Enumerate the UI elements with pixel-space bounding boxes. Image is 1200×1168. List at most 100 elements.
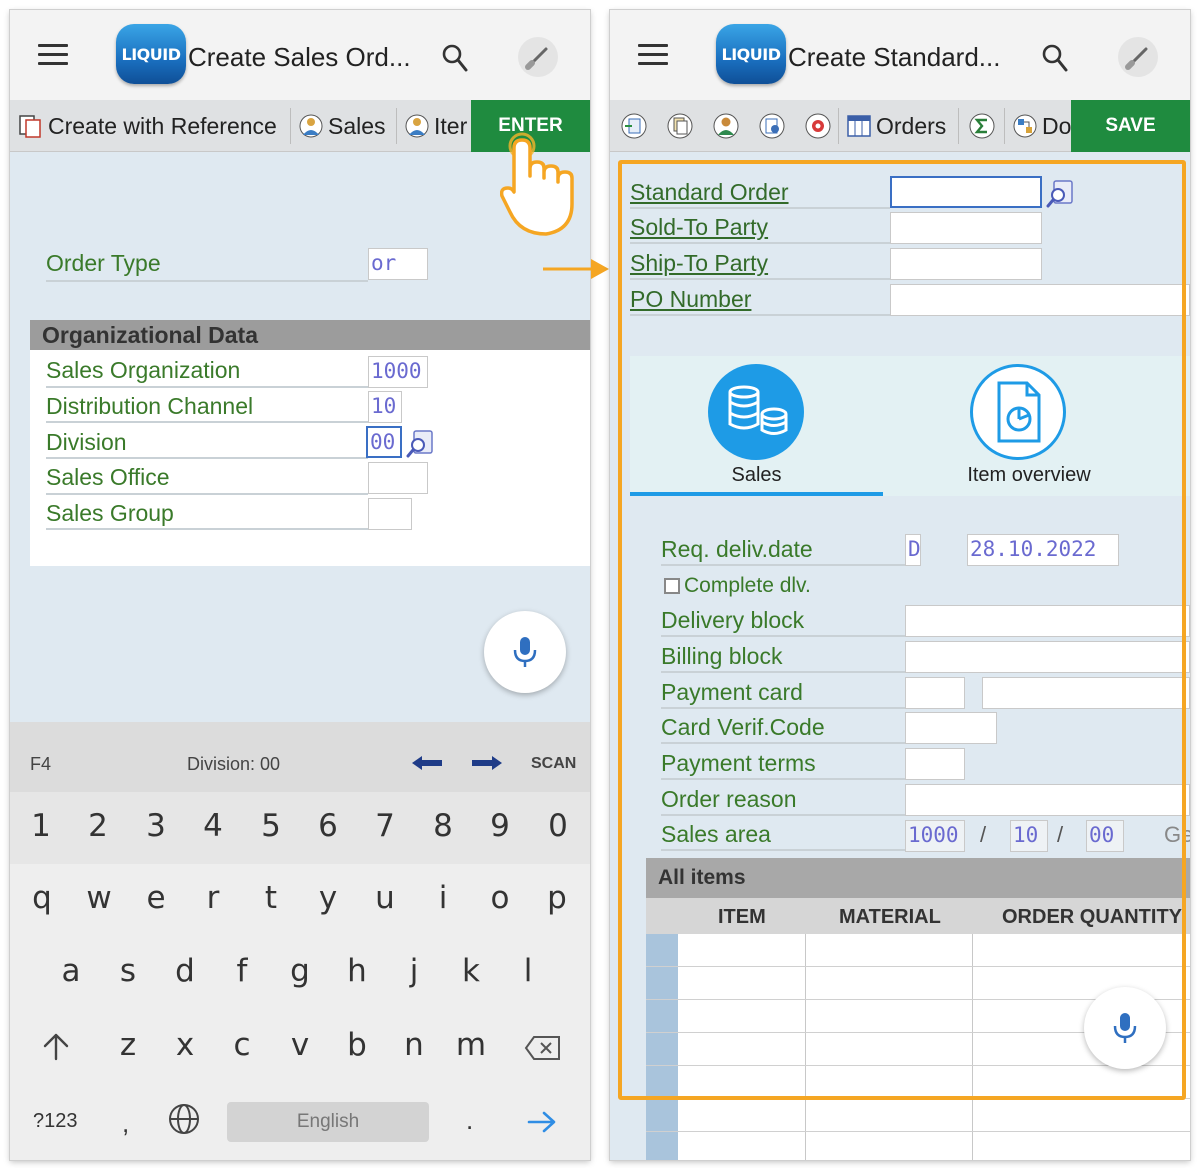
sales-group-input[interactable] bbox=[368, 498, 412, 530]
table-icon bbox=[846, 113, 872, 139]
key-b[interactable]: b bbox=[337, 1027, 377, 1063]
key-q[interactable]: q bbox=[22, 880, 62, 916]
documents-icon[interactable] bbox=[666, 112, 693, 139]
key-7[interactable]: 7 bbox=[365, 808, 405, 844]
key-2[interactable]: 2 bbox=[78, 808, 118, 844]
key-e[interactable]: e bbox=[136, 880, 176, 916]
key-v[interactable]: v bbox=[280, 1027, 320, 1063]
key-y[interactable]: y bbox=[308, 880, 348, 916]
key-i[interactable]: i bbox=[423, 880, 463, 916]
key-3[interactable]: 3 bbox=[136, 808, 176, 844]
key-c[interactable]: c bbox=[222, 1027, 262, 1063]
key-z[interactable]: z bbox=[108, 1027, 148, 1063]
order-type-label: Order Type bbox=[46, 250, 161, 276]
key-h[interactable]: h bbox=[337, 953, 377, 989]
key-n[interactable]: n bbox=[394, 1027, 434, 1063]
brush-icon[interactable] bbox=[518, 37, 558, 77]
microphone-button[interactable] bbox=[484, 611, 566, 693]
key-5[interactable]: 5 bbox=[251, 808, 291, 844]
key-u[interactable]: u bbox=[365, 880, 405, 916]
create-with-reference-button[interactable]: Create with Reference bbox=[18, 100, 277, 152]
organizational-data-header: Organizational Data bbox=[30, 320, 590, 350]
keyboard-status-bar: F4 Division: 00 SCAN bbox=[10, 722, 590, 792]
item-person-icon bbox=[404, 113, 430, 139]
orders-button[interactable]: Orders bbox=[846, 100, 946, 152]
key-j[interactable]: j bbox=[394, 953, 434, 989]
sales-group-label: Sales Group bbox=[46, 500, 174, 526]
distribution-channel-label: Distribution Channel bbox=[46, 393, 254, 419]
arrow-next-icon[interactable] bbox=[526, 1110, 558, 1134]
distribution-channel-input[interactable]: 10 bbox=[368, 391, 402, 423]
key-d[interactable]: d bbox=[165, 953, 205, 989]
key-6[interactable]: 6 bbox=[308, 808, 348, 844]
backspace-icon[interactable] bbox=[524, 1035, 562, 1061]
save-button[interactable]: SAVE bbox=[1071, 100, 1190, 152]
key-t[interactable]: t bbox=[251, 880, 291, 916]
shift-icon[interactable] bbox=[42, 1032, 70, 1062]
key-l[interactable]: l bbox=[508, 953, 548, 989]
space-bar[interactable]: English bbox=[227, 1102, 429, 1142]
on-screen-keyboard: 1 2 3 4 5 6 7 8 9 0 q w e r t y u i o p … bbox=[10, 792, 590, 1160]
division-label: Division bbox=[46, 429, 127, 455]
key-0[interactable]: 0 bbox=[538, 808, 578, 844]
left-screen: LIQUID Create Sales Ord... Create with R… bbox=[10, 10, 590, 1160]
key-s[interactable]: s bbox=[108, 953, 148, 989]
sales-office-label: Sales Office bbox=[46, 464, 170, 490]
page-title: Create Standard... bbox=[788, 42, 1001, 72]
menu-icon[interactable] bbox=[38, 44, 68, 66]
value-help-icon[interactable] bbox=[406, 428, 436, 458]
table-row[interactable] bbox=[646, 1131, 1190, 1132]
key-4[interactable]: 4 bbox=[193, 808, 233, 844]
key-f[interactable]: f bbox=[222, 953, 262, 989]
document-settings-icon[interactable] bbox=[758, 112, 785, 139]
arrow-left-icon[interactable] bbox=[410, 754, 444, 772]
sales-organization-input[interactable]: 1000 bbox=[368, 356, 428, 388]
order-type-input[interactable]: or bbox=[368, 248, 428, 280]
sales-office-input[interactable] bbox=[368, 462, 428, 494]
function-key[interactable]: F4 bbox=[30, 754, 51, 775]
liquid-logo: LIQUID bbox=[116, 24, 186, 84]
key-1[interactable]: 1 bbox=[21, 808, 61, 844]
right-screen: LIQUID Create Standard... Orders Do SAVE… bbox=[610, 10, 1190, 1160]
sales-person-icon bbox=[298, 113, 324, 139]
division-input[interactable]: 00 bbox=[366, 426, 402, 458]
brush-icon[interactable] bbox=[1118, 37, 1158, 77]
page-title: Create Sales Ord... bbox=[188, 42, 411, 72]
copy-document-icon bbox=[18, 113, 44, 139]
key-9[interactable]: 9 bbox=[480, 808, 520, 844]
app-bar: LIQUID Create Standard... bbox=[610, 10, 1190, 100]
sales-button[interactable]: Sales bbox=[298, 100, 386, 152]
document-flow-button[interactable]: Do bbox=[1012, 100, 1071, 152]
arrow-right-icon[interactable] bbox=[470, 754, 504, 772]
item-button[interactable]: Iter bbox=[404, 100, 467, 152]
sales-organization-label: Sales Organization bbox=[46, 357, 241, 383]
flow-arrow-icon bbox=[543, 259, 609, 279]
liquid-logo: LIQUID bbox=[716, 24, 786, 84]
search-icon[interactable] bbox=[1042, 44, 1068, 72]
key-g[interactable]: g bbox=[280, 953, 320, 989]
key-r[interactable]: r bbox=[193, 880, 233, 916]
key-a[interactable]: a bbox=[51, 953, 91, 989]
app-bar: LIQUID Create Sales Ord... bbox=[10, 10, 590, 100]
document-arrow-icon[interactable] bbox=[620, 112, 647, 139]
person-icon[interactable] bbox=[712, 112, 739, 139]
gear-refresh-icon[interactable] bbox=[804, 112, 831, 139]
key-k[interactable]: k bbox=[451, 953, 491, 989]
key-comma[interactable]: , bbox=[122, 1108, 129, 1139]
key-p[interactable]: p bbox=[537, 880, 577, 916]
scan-button[interactable]: SCAN bbox=[531, 755, 576, 773]
menu-icon[interactable] bbox=[638, 44, 668, 66]
field-hint: Division: 00 bbox=[187, 754, 281, 774]
tap-hand-icon bbox=[500, 132, 574, 236]
key-8[interactable]: 8 bbox=[423, 808, 463, 844]
search-icon[interactable] bbox=[442, 44, 468, 72]
key-period[interactable]: . bbox=[466, 1105, 473, 1136]
document-flow-icon bbox=[1012, 113, 1038, 139]
key-x[interactable]: x bbox=[165, 1027, 205, 1063]
globe-icon[interactable] bbox=[167, 1102, 201, 1136]
key-m[interactable]: m bbox=[451, 1027, 491, 1063]
symbols-key[interactable]: ?123 bbox=[33, 1110, 78, 1133]
key-o[interactable]: o bbox=[480, 880, 520, 916]
sum-icon[interactable] bbox=[968, 112, 995, 139]
key-w[interactable]: w bbox=[79, 880, 119, 916]
